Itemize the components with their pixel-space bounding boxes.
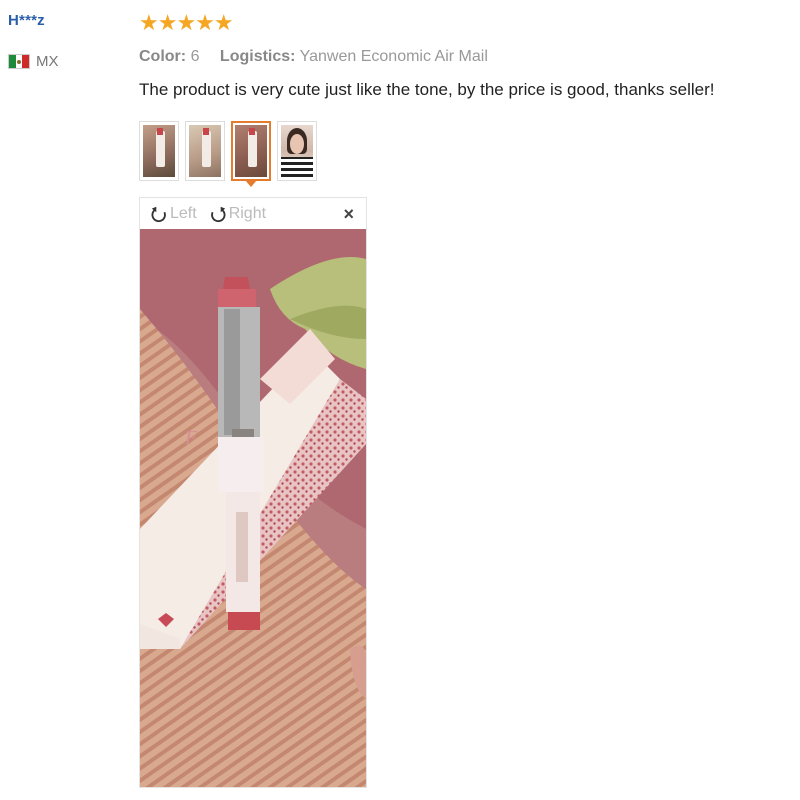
- lipstick-photo-thumbnail: [143, 125, 175, 177]
- svg-text:F: F: [184, 427, 198, 449]
- mexico-flag-icon: [8, 54, 30, 69]
- rotate-left-icon: [151, 206, 166, 222]
- rotate-right-label: Right: [228, 204, 267, 222]
- lipstick-photo-thumbnail: [235, 125, 267, 177]
- lipstick-photo-thumbnail: [189, 125, 221, 177]
- close-viewer-button[interactable]: ×: [343, 204, 354, 225]
- review-text: The product is very cute just like the t…: [139, 80, 715, 99]
- review-photo-large: F: [140, 229, 366, 787]
- viewer-toolbar: Left Right ×: [140, 198, 366, 229]
- lipstick-photo: F: [140, 229, 366, 787]
- star-rating: ★★★★★: [139, 10, 234, 35]
- review-page: H***z MX ★★★★★ Color: 6 Logistics: Yanwe…: [0, 0, 800, 800]
- review-body: ★★★★★ Color: 6 Logistics: Yanwen Economi…: [139, 10, 779, 100]
- country-code: MX: [36, 53, 59, 70]
- photo-viewer: Left Right × F: [139, 197, 367, 788]
- logistics-value: Yanwen Economic Air Mail: [299, 48, 488, 65]
- rotate-left-button[interactable]: Left: [150, 205, 197, 223]
- selfie-photo-thumbnail: [281, 125, 313, 177]
- reviewer-info: H***z MX: [8, 12, 128, 70]
- thumbnail-photo-3[interactable]: [231, 121, 271, 187]
- thumbnail-photo-4[interactable]: [277, 121, 317, 181]
- reviewer-name: H***z: [8, 12, 45, 29]
- thumbnail-photo-1[interactable]: [139, 121, 179, 181]
- review-meta: Color: 6 Logistics: Yanwen Economic Air …: [139, 48, 779, 66]
- rotate-right-button[interactable]: Right: [209, 205, 266, 223]
- color-label: Color:: [139, 48, 187, 65]
- logistics-label: Logistics:: [219, 48, 296, 65]
- rotate-right-icon: [210, 206, 226, 222]
- thumbnail-photo-2[interactable]: [185, 121, 225, 181]
- reviewer-country: MX: [8, 53, 128, 70]
- review-photo-thumbnails: [139, 121, 317, 187]
- color-value: 6: [190, 48, 200, 65]
- rotate-left-label: Left: [170, 204, 197, 222]
